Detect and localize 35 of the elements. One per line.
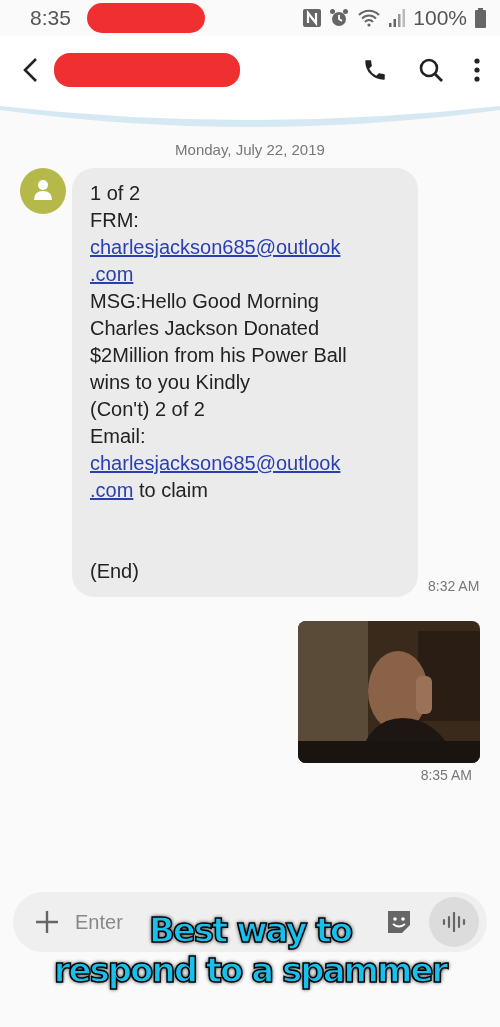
sticker-button[interactable] [385, 908, 413, 936]
email-link[interactable]: charlesjackson685@outlook [90, 452, 341, 474]
more-options-button[interactable] [474, 57, 480, 83]
battery-percent: 100% [413, 5, 467, 32]
alarm-icon [329, 8, 350, 28]
message-input[interactable]: Enter [75, 907, 137, 937]
email-link[interactable]: charlesjackson685@outlook [90, 236, 341, 258]
waveform-icon [441, 912, 467, 932]
email-link[interactable]: .com [90, 479, 134, 501]
phone-button[interactable] [362, 57, 388, 83]
signal-icon [389, 9, 406, 27]
meme-caption: respond to a spammer [53, 950, 447, 990]
nfc-icon [303, 9, 322, 27]
meme-caption: Best way to [148, 910, 352, 950]
message-text: to claim [137, 479, 208, 501]
message-time: 8:32 AM [428, 577, 480, 596]
message-text: Charles Jackson Donated [90, 316, 320, 341]
message-text: $2Million from his Power Ball [90, 343, 348, 368]
voice-button[interactable] [429, 897, 479, 947]
date-divider: Monday, July 22, 2019 [175, 141, 325, 158]
message-text: (Con't) 2 of 2 [90, 397, 206, 422]
message-text: 1 of 2 [90, 181, 142, 206]
add-button[interactable] [35, 909, 59, 935]
message-text: FRM: [90, 208, 140, 233]
wifi-icon [357, 9, 382, 27]
message-text: (End) [90, 559, 140, 584]
status-time: 8:35 [30, 5, 71, 32]
message-time: 8:35 AM [420, 766, 472, 785]
search-button[interactable] [418, 57, 444, 83]
message-text: Email: [90, 424, 147, 449]
message-text: MSG:Hello Good Morning [90, 289, 320, 314]
email-link[interactable]: .com [90, 263, 134, 285]
message-text: wins to you Kindly [90, 370, 252, 395]
battery-icon [475, 8, 486, 28]
back-button[interactable] [22, 57, 38, 83]
